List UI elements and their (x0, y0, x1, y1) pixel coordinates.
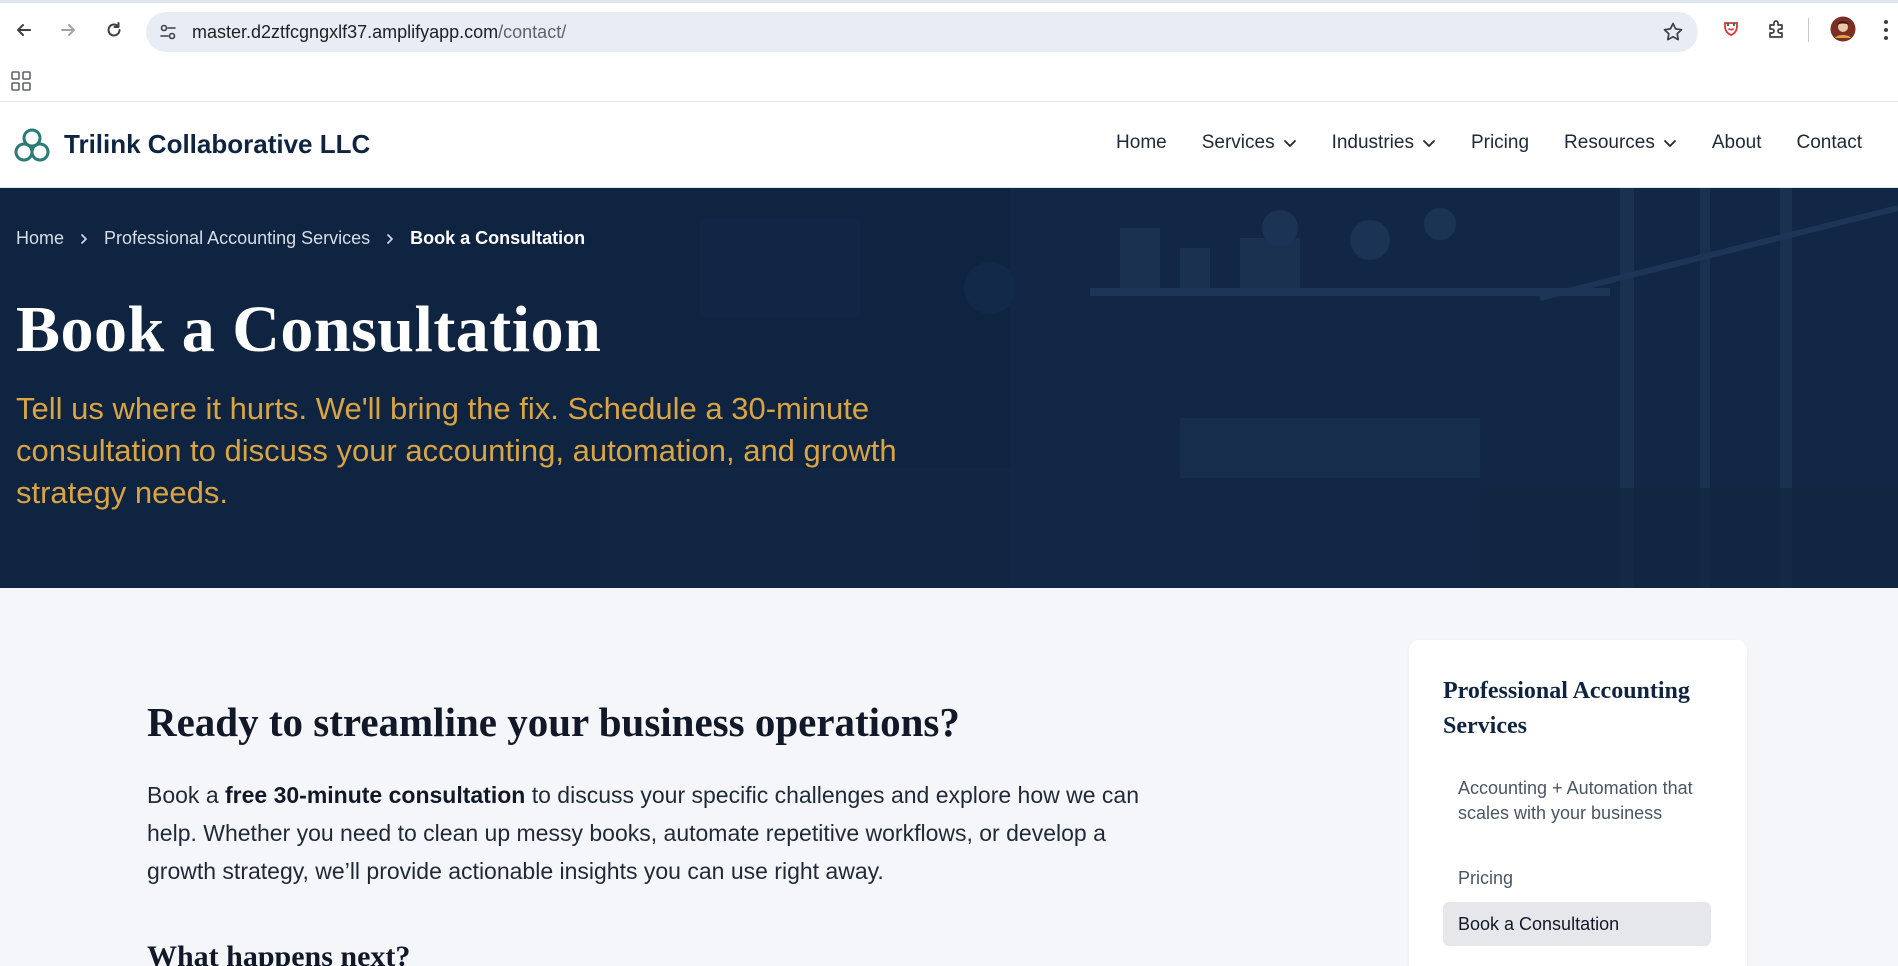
arrow-left-icon (17, 24, 31, 36)
services-sidebar: Professional Accounting Services Account… (1409, 640, 1747, 966)
hero-subtitle: Tell us where it hurts. We'll bring the … (16, 391, 897, 510)
free-consultation-emphasis: free 30-minute consultation (225, 782, 526, 808)
hero-banner: Home Professional Accounting Services Bo… (0, 188, 1898, 588)
breadcrumb: Home Professional Accounting Services Bo… (16, 228, 585, 249)
toolbar-divider (1808, 18, 1809, 42)
trilink-logo-icon[interactable] (14, 128, 50, 162)
breadcrumb-current: Book a Consultation (410, 228, 586, 248)
nav-about[interactable]: About (1712, 132, 1762, 154)
menu-dots-icon[interactable] (1884, 18, 1888, 42)
sidebar-title: Professional Accounting Services (1443, 678, 1690, 739)
site-header: Trilink Collaborative LLC Home Services … (0, 102, 1898, 188)
main-navigation: Home Services Industries Pricing Resourc… (1116, 132, 1862, 154)
chevron-down-icon (1423, 140, 1435, 147)
tab-strip (0, 0, 1898, 3)
chevron-down-icon (1663, 140, 1676, 147)
arrow-right-icon (61, 24, 75, 36)
extensions-puzzle-icon[interactable] (1764, 16, 1790, 42)
next-steps-heading: What happens next? (147, 940, 411, 966)
nav-services[interactable]: Services (1202, 132, 1297, 154)
reload-icon (107, 22, 121, 37)
extension-shield-icon[interactable] (1718, 16, 1744, 42)
forward-button[interactable] (54, 16, 82, 44)
breadcrumb-home[interactable]: Home (16, 228, 64, 249)
intro-paragraph: Book a free 30-minute consultation to di… (147, 782, 1139, 884)
bookmark-star-icon[interactable] (1662, 21, 1684, 43)
bookmarks-bar (0, 62, 1898, 102)
nav-industries[interactable]: Industries (1332, 132, 1436, 154)
url-text: master.d2ztfcgngxlf37.amplifyapp.com/con… (192, 22, 567, 42)
nav-contact[interactable]: Contact (1797, 132, 1862, 154)
breadcrumb-services[interactable]: Professional Accounting Services (104, 228, 370, 249)
back-button[interactable] (10, 16, 38, 44)
browser-toolbar: master.d2ztfcgngxlf37.amplifyapp.com/con… (0, 0, 1898, 62)
sidebar-link-pricing[interactable]: Pricing (1443, 866, 1711, 891)
sidebar-link-book-consultation[interactable]: Book a Consultation (1443, 902, 1711, 946)
sidebar-link-accounting-automation[interactable]: Accounting + Automation that scales with… (1443, 776, 1711, 826)
profile-avatar[interactable] (1830, 16, 1856, 42)
nav-resources[interactable]: Resources (1564, 132, 1677, 154)
site-settings-icon[interactable] (158, 22, 178, 42)
chevron-down-icon (1283, 140, 1296, 147)
nav-pricing[interactable]: Pricing (1471, 132, 1529, 154)
chevron-right-icon (81, 233, 87, 244)
reload-button[interactable] (100, 16, 128, 44)
page-title: Book a Consultation (16, 293, 602, 366)
chevron-right-icon (387, 233, 394, 244)
nav-home[interactable]: Home (1116, 132, 1167, 154)
brand-name[interactable]: Trilink Collaborative LLC (64, 129, 370, 160)
apps-grid-icon[interactable] (10, 70, 32, 92)
section-heading: Ready to streamline your business operat… (147, 699, 960, 745)
main-content: Ready to streamline your business operat… (0, 588, 1898, 966)
address-bar[interactable]: master.d2ztfcgngxlf37.amplifyapp.com/con… (146, 12, 1698, 52)
